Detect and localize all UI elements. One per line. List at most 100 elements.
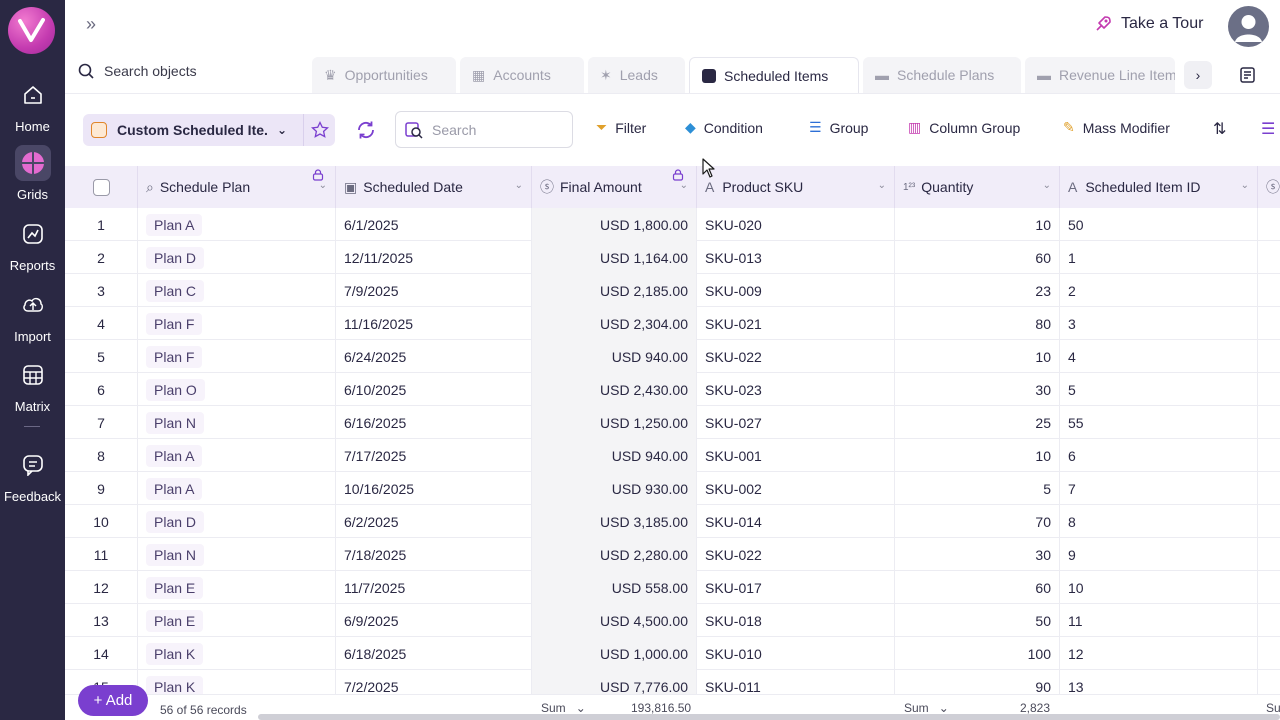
schedule-plan-cell[interactable]: Plan C [138, 274, 336, 307]
final-amount-cell[interactable]: USD 7,776.00 [532, 670, 697, 694]
schedule-plan-cell[interactable]: Plan D [138, 505, 336, 538]
schedule-plan-cell[interactable]: Plan K [138, 670, 336, 694]
filter-button[interactable]: ⏷ Filter [596, 119, 646, 136]
final-amount-cell[interactable]: USD 2,280.00 [532, 538, 697, 571]
favorite-button[interactable] [303, 114, 335, 146]
group-button[interactable]: ☰ Group [809, 119, 868, 136]
column-header-scheduled-date[interactable]: ▣ Scheduled Date ⌄ [336, 166, 532, 208]
scheduled-date-cell[interactable]: 7/9/2025 [336, 274, 532, 307]
product-sku-cell[interactable]: SKU-018 [697, 604, 895, 637]
final-amount-cell[interactable]: USD 2,430.00 [532, 373, 697, 406]
sort-button[interactable]: ⇅ [1213, 119, 1226, 139]
mass-modifier-button[interactable]: ✎ Mass Modifier [1063, 119, 1170, 136]
scheduled-item-id-cell[interactable]: 2 [1060, 274, 1258, 307]
sidebar-item-home[interactable]: Home [0, 77, 65, 134]
column-header-final-amount[interactable]: ⓢ Final Amount ⌄ [532, 166, 697, 208]
row-number-cell[interactable]: 7 [65, 406, 138, 439]
quantity-cell[interactable]: 23 [895, 274, 1060, 307]
horizontal-scrollbar[interactable] [258, 714, 1280, 720]
product-sku-cell[interactable]: SKU-011 [697, 670, 895, 694]
table-row[interactable]: 4 Plan F 11/16/2025 USD 2,304.00 SKU-021 80 3 [65, 307, 1280, 340]
amount-sum-selector[interactable]: Sum ⌄ [541, 701, 586, 715]
next-column-cell[interactable] [1258, 406, 1280, 439]
notes-icon[interactable] [1239, 66, 1257, 89]
column-header-next[interactable]: ⓢ [1258, 166, 1280, 208]
scheduled-item-id-cell[interactable]: 3 [1060, 307, 1258, 340]
tab-scheduled-items[interactable]: Scheduled Items [689, 57, 859, 93]
quantity-cell[interactable]: 60 [895, 241, 1060, 274]
tab-leads[interactable]: ✶ Leads [588, 57, 685, 93]
table-row[interactable]: 6 Plan O 6/10/2025 USD 2,430.00 SKU-023 30 5 [65, 373, 1280, 406]
product-sku-cell[interactable]: SKU-020 [697, 208, 895, 241]
next-column-cell[interactable] [1258, 241, 1280, 274]
schedule-plan-cell[interactable]: Plan F [138, 307, 336, 340]
schedule-plan-cell[interactable]: Plan N [138, 406, 336, 439]
schedule-plan-cell[interactable]: Plan A [138, 439, 336, 472]
column-group-button[interactable]: ▥ Column Group [908, 119, 1020, 136]
row-number-cell[interactable]: 2 [65, 241, 138, 274]
scheduled-item-id-cell[interactable]: 9 [1060, 538, 1258, 571]
product-sku-cell[interactable]: SKU-001 [697, 439, 895, 472]
table-row[interactable]: 9 Plan A 10/16/2025 USD 930.00 SKU-002 5 7 [65, 472, 1280, 505]
next-column-cell[interactable] [1258, 307, 1280, 340]
scheduled-date-cell[interactable]: 6/2/2025 [336, 505, 532, 538]
chevron-down-icon[interactable]: ⌄ [1241, 180, 1249, 191]
next-column-cell[interactable] [1258, 208, 1280, 241]
scheduled-date-cell[interactable]: 6/9/2025 [336, 604, 532, 637]
quantity-cell[interactable]: 30 [895, 373, 1060, 406]
row-number-cell[interactable]: 4 [65, 307, 138, 340]
row-number-cell[interactable]: 6 [65, 373, 138, 406]
final-amount-cell[interactable]: USD 1,000.00 [532, 637, 697, 670]
product-sku-cell[interactable]: SKU-010 [697, 637, 895, 670]
row-number-cell[interactable]: 1 [65, 208, 138, 241]
final-amount-cell[interactable]: USD 558.00 [532, 571, 697, 604]
next-column-cell[interactable] [1258, 340, 1280, 373]
column-header-scheduled-item-id[interactable]: A Scheduled Item ID ⌄ [1060, 166, 1258, 208]
scheduled-item-id-cell[interactable]: 10 [1060, 571, 1258, 604]
select-all-checkbox[interactable] [92, 178, 110, 196]
scheduled-date-cell[interactable]: 11/7/2025 [336, 571, 532, 604]
next-column-cell[interactable] [1258, 439, 1280, 472]
tab-accounts[interactable]: ▦ Accounts [460, 57, 584, 93]
quantity-cell[interactable]: 70 [895, 505, 1060, 538]
schedule-plan-cell[interactable]: Plan N [138, 538, 336, 571]
next-column-cell[interactable] [1258, 637, 1280, 670]
column-header-schedule-plan[interactable]: ⌕ Schedule Plan ⌄ [138, 166, 336, 208]
next-column-cell[interactable] [1258, 538, 1280, 571]
table-row[interactable]: 13 Plan E 6/9/2025 USD 4,500.00 SKU-018 50 11 [65, 604, 1280, 637]
next-column-cell[interactable] [1258, 373, 1280, 406]
final-amount-cell[interactable]: USD 4,500.00 [532, 604, 697, 637]
scheduled-item-id-cell[interactable]: 6 [1060, 439, 1258, 472]
schedule-plan-cell[interactable]: Plan E [138, 604, 336, 637]
scheduled-item-id-cell[interactable]: 1 [1060, 241, 1258, 274]
quantity-cell[interactable]: 50 [895, 604, 1060, 637]
schedule-plan-cell[interactable]: Plan E [138, 571, 336, 604]
schedule-plan-cell[interactable]: Plan O [138, 373, 336, 406]
scheduled-item-id-cell[interactable]: 4 [1060, 340, 1258, 373]
row-number-cell[interactable]: 12 [65, 571, 138, 604]
scheduled-date-cell[interactable]: 7/2/2025 [336, 670, 532, 694]
schedule-plan-cell[interactable]: Plan A [138, 208, 336, 241]
product-sku-cell[interactable]: SKU-017 [697, 571, 895, 604]
scheduled-item-id-cell[interactable]: 8 [1060, 505, 1258, 538]
final-amount-cell[interactable]: USD 1,164.00 [532, 241, 697, 274]
product-sku-cell[interactable]: SKU-021 [697, 307, 895, 340]
search-objects[interactable]: Search objects [78, 63, 197, 79]
avatar[interactable] [1228, 6, 1269, 47]
schedule-plan-cell[interactable]: Plan K [138, 637, 336, 670]
sidebar-item-feedback[interactable]: Feedback [0, 447, 65, 504]
table-row[interactable]: 8 Plan A 7/17/2025 USD 940.00 SKU-001 10 6 [65, 439, 1280, 472]
next-column-cell[interactable] [1258, 505, 1280, 538]
row-number-cell[interactable]: 8 [65, 439, 138, 472]
product-sku-cell[interactable]: SKU-002 [697, 472, 895, 505]
column-header-quantity[interactable]: 1²³ Quantity ⌄ [895, 166, 1060, 208]
scheduled-date-cell[interactable]: 7/17/2025 [336, 439, 532, 472]
next-column-cell[interactable] [1258, 472, 1280, 505]
next-column-cell[interactable] [1258, 604, 1280, 637]
quantity-cell[interactable]: 5 [895, 472, 1060, 505]
take-a-tour-button[interactable]: Take a Tour [1093, 14, 1203, 34]
tabs-scroll-right-button[interactable]: › [1184, 61, 1212, 89]
quantity-cell[interactable]: 10 [895, 340, 1060, 373]
row-number-cell[interactable]: 11 [65, 538, 138, 571]
tab-revenue-line-item[interactable]: ▬ Revenue Line Item [1025, 57, 1175, 93]
